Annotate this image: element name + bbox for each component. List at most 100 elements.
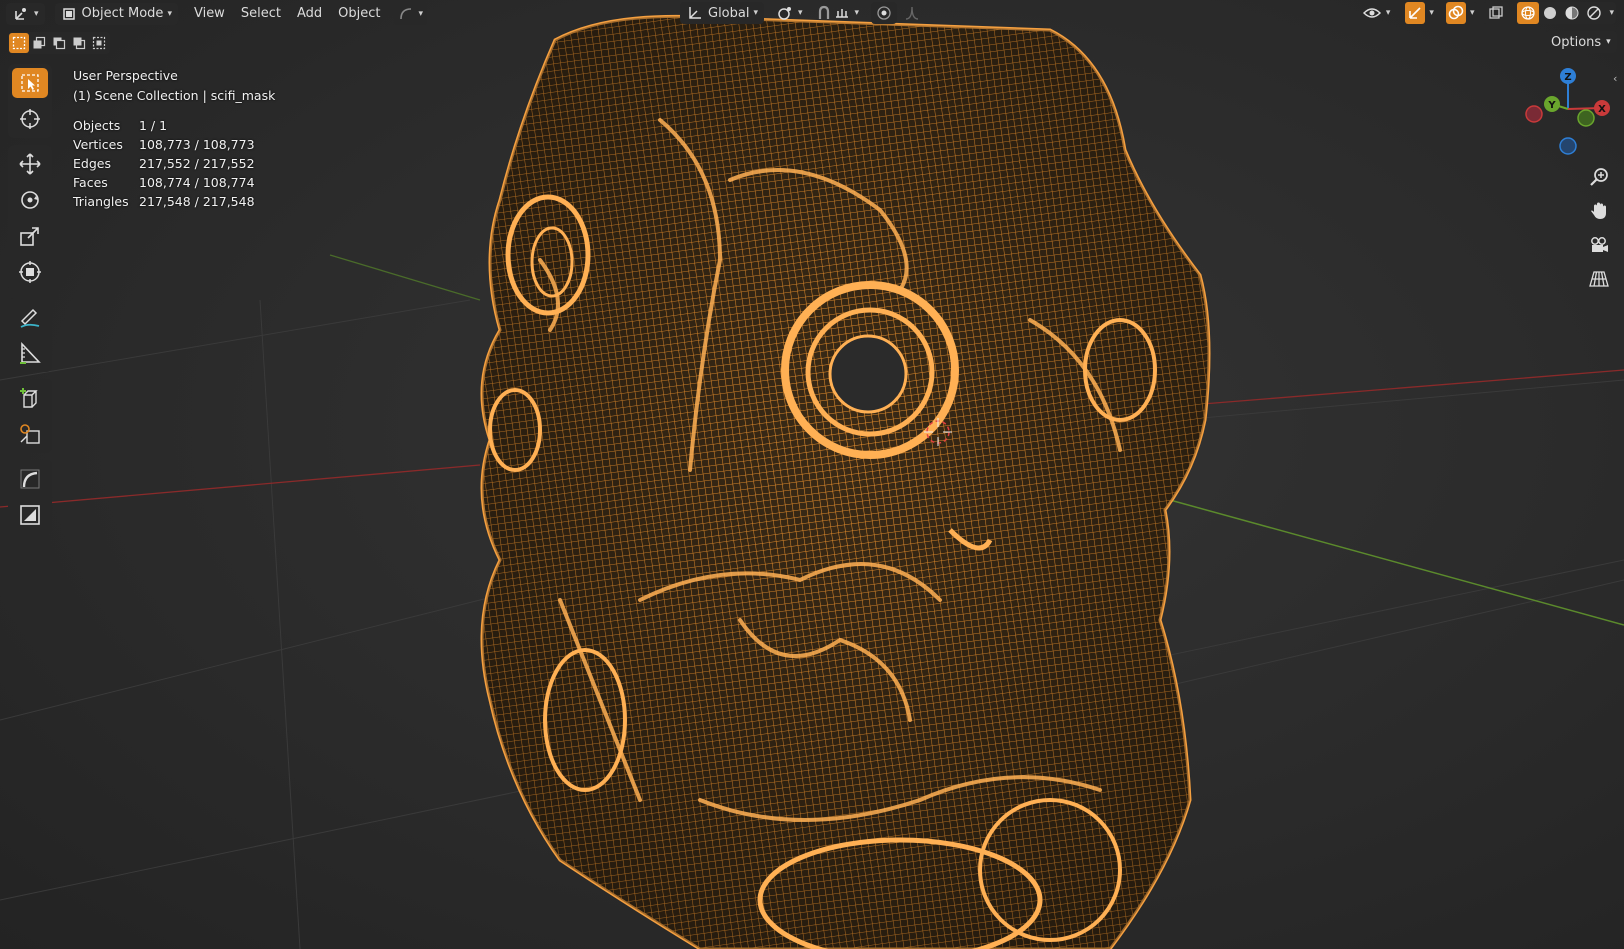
pivot-dropdown[interactable]: ▾ — [770, 2, 809, 24]
viewport-display-tools: ▾ ▾ ▾ ▾ — [1352, 2, 1616, 24]
gizmo-y-label: Y — [1547, 100, 1556, 111]
transform-tool[interactable] — [8, 254, 52, 290]
measure-tool[interactable] — [8, 335, 52, 371]
camera-icon — [1591, 237, 1608, 252]
gizmo-neg-x — [1525, 105, 1543, 123]
navigation-gizmo[interactable]: Z Y X — [1518, 64, 1610, 164]
select-extend-icon[interactable] — [29, 33, 49, 53]
select-new-icon[interactable] — [9, 33, 29, 53]
menu-view[interactable]: View — [186, 6, 233, 21]
overlay-toggle[interactable]: ▾ — [1442, 2, 1478, 24]
add-cube-tool[interactable] — [8, 380, 52, 416]
mask-mesh — [480, 14, 1211, 949]
wireframe-shading-icon[interactable] — [1517, 2, 1540, 24]
tool-group-annotate — [8, 298, 52, 372]
select-box-tool[interactable] — [8, 65, 52, 101]
chevron-down-icon: ▾ — [798, 8, 803, 18]
chevron-down-icon: ▾ — [854, 8, 860, 18]
viewport-header: ▾ Object Mode ▾ View Select Add Object ▾… — [0, 0, 1624, 27]
proportional-toggle[interactable] — [871, 2, 898, 24]
hand-icon — [1591, 202, 1606, 219]
snap-target-icon[interactable] — [833, 2, 851, 24]
move-icon — [19, 153, 41, 175]
stat-row: Objects 1 / 1 — [73, 117, 275, 136]
stat-row: Faces 108,774 / 108,774 — [73, 174, 275, 193]
solid-shading-icon[interactable] — [1539, 2, 1561, 24]
chevron-down-icon: ▾ — [167, 8, 172, 19]
gizmo-z-label: Z — [1564, 72, 1571, 83]
stat-label: Triangles — [73, 194, 129, 209]
chevron-down-icon: ▾ — [34, 8, 39, 19]
select-subtract-icon[interactable] — [49, 33, 69, 53]
orientation-dropdown[interactable]: Global ▾ — [680, 2, 765, 24]
options-dropdown[interactable]: Options ▾ — [1545, 31, 1617, 53]
sidebar-toggle-icon[interactable]: ‹ — [1613, 72, 1617, 85]
zoom-button[interactable] — [1583, 160, 1615, 194]
select-intersect-icon[interactable] — [89, 33, 109, 53]
xray-toggle[interactable] — [1483, 2, 1510, 24]
add-object-icon — [20, 424, 40, 444]
stat-value: 108,773 / 108,773 — [139, 137, 255, 152]
camera-view-button[interactable] — [1583, 228, 1615, 262]
add-cube-icon — [20, 388, 38, 408]
editor-type-button[interactable]: ▾ — [6, 2, 45, 25]
viewport-info-overlay: User Perspective (1) Scene Collection | … — [73, 67, 275, 212]
spin-tool[interactable] — [8, 461, 52, 497]
gizmo-toggle[interactable]: ▾ — [1402, 2, 1437, 24]
zoom-icon — [1590, 168, 1608, 186]
curve-icon — [398, 3, 414, 25]
shrink-tool[interactable] — [8, 497, 52, 533]
tool-group-add — [8, 379, 52, 453]
shrink-icon — [20, 505, 40, 525]
rendered-shading-icon[interactable] — [1583, 2, 1605, 24]
chevron-down-icon[interactable]: ▾ — [1609, 8, 1614, 18]
material-shading-icon[interactable] — [1561, 2, 1583, 24]
select-box-icon — [21, 74, 39, 92]
pan-button[interactable] — [1583, 194, 1615, 228]
y-axis-line-right — [1169, 499, 1624, 626]
projection-toggle-button[interactable] — [1583, 262, 1615, 296]
draw-type-dropdown[interactable]: ▾ — [394, 2, 427, 25]
scale-tool[interactable] — [8, 218, 52, 254]
options-label: Options — [1551, 34, 1602, 50]
stat-label: Vertices — [73, 137, 123, 152]
collection-info: (1) Scene Collection | scifi_mask — [73, 88, 276, 103]
chevron-down-icon: ▾ — [753, 8, 759, 18]
mode-dropdown[interactable]: Object Mode ▾ — [54, 2, 178, 25]
stat-label: Edges — [73, 156, 111, 171]
rotate-icon — [21, 191, 39, 209]
menu-select[interactable]: Select — [233, 6, 289, 21]
view-name: User Perspective — [73, 68, 178, 83]
select-difference-icon[interactable] — [69, 33, 89, 53]
spin-icon — [20, 469, 40, 489]
menu-object[interactable]: Object — [330, 6, 388, 21]
navigation-buttons — [1583, 160, 1615, 296]
chevron-down-icon: ▾ — [1469, 8, 1475, 18]
snap-toggle[interactable]: ▾ — [809, 2, 866, 24]
add-object-tool[interactable] — [8, 416, 52, 452]
annotate-icon — [20, 308, 40, 328]
chevron-down-icon: ▾ — [418, 8, 423, 19]
cursor-icon — [20, 109, 40, 129]
stat-value: 217,548 / 217,548 — [139, 194, 255, 209]
move-tool[interactable] — [8, 146, 52, 182]
stat-row: Edges 217,552 / 217,552 — [73, 155, 275, 174]
stat-value: 217,552 / 217,552 — [139, 156, 255, 171]
stat-label: Faces — [73, 175, 108, 190]
eye-hole — [828, 334, 908, 414]
scene-statistics: Objects 1 / 1 Vertices 108,773 / 108,773 E… — [73, 117, 275, 212]
annotate-tool[interactable] — [8, 299, 52, 335]
falloff-icon[interactable] — [901, 2, 923, 24]
x-axis-line — [0, 464, 481, 508]
visibility-dropdown[interactable]: ▾ — [1356, 2, 1397, 24]
scale-icon — [20, 227, 39, 246]
menu-add[interactable]: Add — [289, 6, 330, 21]
y-axis-line — [329, 254, 481, 301]
stat-row: Vertices 108,773 / 108,773 — [73, 136, 275, 155]
chevron-down-icon: ▾ — [1385, 8, 1391, 18]
rotate-tool[interactable] — [8, 182, 52, 218]
mode-label: Object Mode — [81, 6, 164, 21]
transform-icon — [19, 261, 41, 283]
chevron-down-icon: ▾ — [1429, 8, 1434, 18]
cursor-tool[interactable] — [8, 101, 52, 137]
